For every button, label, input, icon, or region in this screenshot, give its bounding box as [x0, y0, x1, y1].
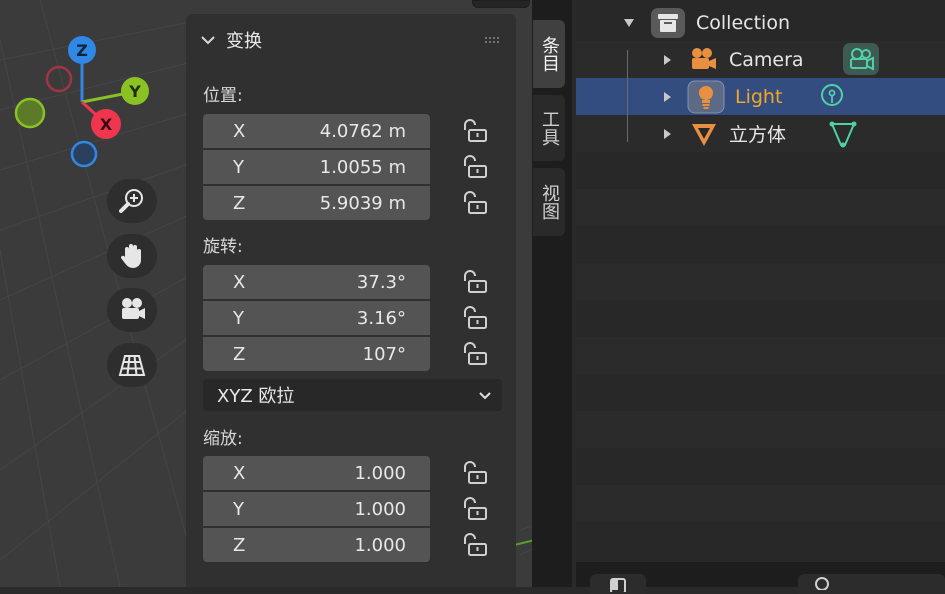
expand-triangle-icon[interactable] — [622, 16, 636, 30]
outliner-item-label: 立方体 — [729, 124, 787, 146]
scale-y-field[interactable]: Y 1.000 — [203, 492, 430, 526]
expand-triangle-icon[interactable] — [661, 91, 673, 103]
gizmo-y-label: Y — [128, 82, 141, 101]
unlock-icon[interactable] — [461, 190, 489, 216]
unlock-icon[interactable] — [461, 496, 489, 522]
tab-tool[interactable]: 工具 — [533, 95, 565, 161]
unlock-icon[interactable] — [461, 341, 489, 367]
scale-z-field[interactable]: Z 1.000 — [203, 528, 430, 562]
unlock-icon[interactable] — [461, 532, 489, 558]
location-label: 位置: — [203, 86, 243, 106]
transform-panel: 变换 位置: X 4.0762 m Y 1.0055 m Z 5.9039 m … — [186, 14, 516, 587]
axis-label: Y — [233, 498, 244, 520]
field-value: 3.16° — [356, 307, 406, 329]
location-x-field[interactable]: X 4.0762 m — [203, 114, 430, 148]
rotation-mode-value: XYZ 欧拉 — [217, 386, 295, 407]
pan-button[interactable] — [107, 234, 157, 278]
tab-item[interactable]: 条目 — [533, 20, 565, 88]
field-value: 5.9039 m — [319, 192, 406, 214]
properties-editor-type-button[interactable] — [590, 574, 646, 594]
mesh-icon — [692, 123, 716, 146]
search-icon — [815, 577, 829, 590]
zoom-button[interactable] — [107, 179, 157, 223]
sidebar-tabs: 条目 工具 视图 — [532, 0, 572, 587]
axis-label: Z — [233, 534, 246, 556]
navigation-gizmo[interactable]: Z Y X — [0, 20, 180, 180]
properties-icon — [610, 578, 626, 592]
location-z-field[interactable]: Z 5.9039 m — [203, 186, 430, 220]
unlock-icon[interactable] — [461, 305, 489, 331]
collection-label: Collection — [696, 11, 790, 34]
panel-title: 变换 — [226, 31, 262, 52]
panel-resize-tab[interactable] — [472, 0, 530, 8]
unlock-icon[interactable] — [461, 154, 489, 180]
expand-triangle-icon[interactable] — [661, 54, 673, 66]
camera-data-icon[interactable] — [842, 42, 880, 76]
field-value: 1.0055 m — [319, 156, 406, 178]
light-data-icon[interactable] — [819, 83, 845, 111]
gizmo-x-label: X — [100, 115, 113, 134]
axis-label: Y — [233, 307, 244, 329]
axis-label: X — [233, 462, 246, 484]
grid-icon — [118, 355, 146, 376]
unlock-icon[interactable] — [461, 269, 489, 295]
collection-icon — [651, 7, 685, 38]
unlock-icon[interactable] — [461, 118, 489, 144]
field-value: 4.0762 m — [319, 120, 406, 142]
tree-guide-line — [627, 50, 628, 142]
axis-label: Z — [233, 343, 246, 365]
zoom-icon — [119, 189, 143, 213]
rotation-y-field[interactable]: Y 3.16° — [203, 301, 430, 335]
field-value: 107° — [362, 343, 406, 365]
properties-header — [576, 562, 945, 594]
axis-label: X — [233, 271, 246, 293]
rotation-x-field[interactable]: X 37.3° — [203, 265, 430, 299]
rotation-z-field[interactable]: Z 107° — [203, 337, 430, 371]
unlock-icon[interactable] — [461, 460, 489, 486]
outliner[interactable]: Collection Camera Light 立方体 — [576, 0, 945, 562]
ortho-toggle-button[interactable] — [107, 343, 157, 387]
outliner-collection-row[interactable]: Collection — [622, 4, 790, 41]
transform-panel-header[interactable]: 变换 — [200, 26, 262, 54]
axis-label: Z — [233, 192, 246, 214]
drag-grip-icon[interactable] — [484, 36, 500, 44]
scale-label: 缩放: — [203, 429, 243, 449]
field-value: 1.000 — [354, 534, 406, 556]
field-value: 37.3° — [356, 271, 406, 293]
chevron-down-icon — [201, 36, 215, 45]
scale-x-field[interactable]: X 1.000 — [203, 456, 430, 490]
camera-icon — [692, 47, 716, 69]
outliner-item-camera[interactable]: Camera — [661, 41, 804, 78]
mesh-data-icon[interactable] — [828, 119, 858, 149]
expand-triangle-icon[interactable] — [661, 128, 673, 140]
camera-icon — [122, 298, 145, 319]
camera-view-button[interactable] — [107, 288, 157, 332]
location-y-field[interactable]: Y 1.0055 m — [203, 150, 430, 184]
light-icon — [687, 80, 725, 113]
outliner-item-label: Light — [735, 85, 783, 108]
axis-label: Y — [233, 156, 244, 178]
field-value: 1.000 — [354, 462, 406, 484]
outliner-item-label: Camera — [729, 48, 804, 71]
hand-icon — [120, 244, 141, 268]
outliner-item-cube[interactable]: 立方体 — [661, 115, 786, 152]
tab-view[interactable]: 视图 — [533, 168, 565, 236]
rotation-label: 旋转: — [203, 237, 243, 257]
chevron-down-icon — [479, 392, 491, 400]
outliner-item-light[interactable]: Light — [661, 78, 782, 115]
rotation-mode-dropdown[interactable]: XYZ 欧拉 — [203, 379, 502, 411]
field-value: 1.000 — [354, 498, 406, 520]
axis-label: X — [233, 120, 246, 142]
properties-search-field[interactable] — [798, 574, 945, 594]
gizmo-z-label: Z — [76, 41, 88, 60]
